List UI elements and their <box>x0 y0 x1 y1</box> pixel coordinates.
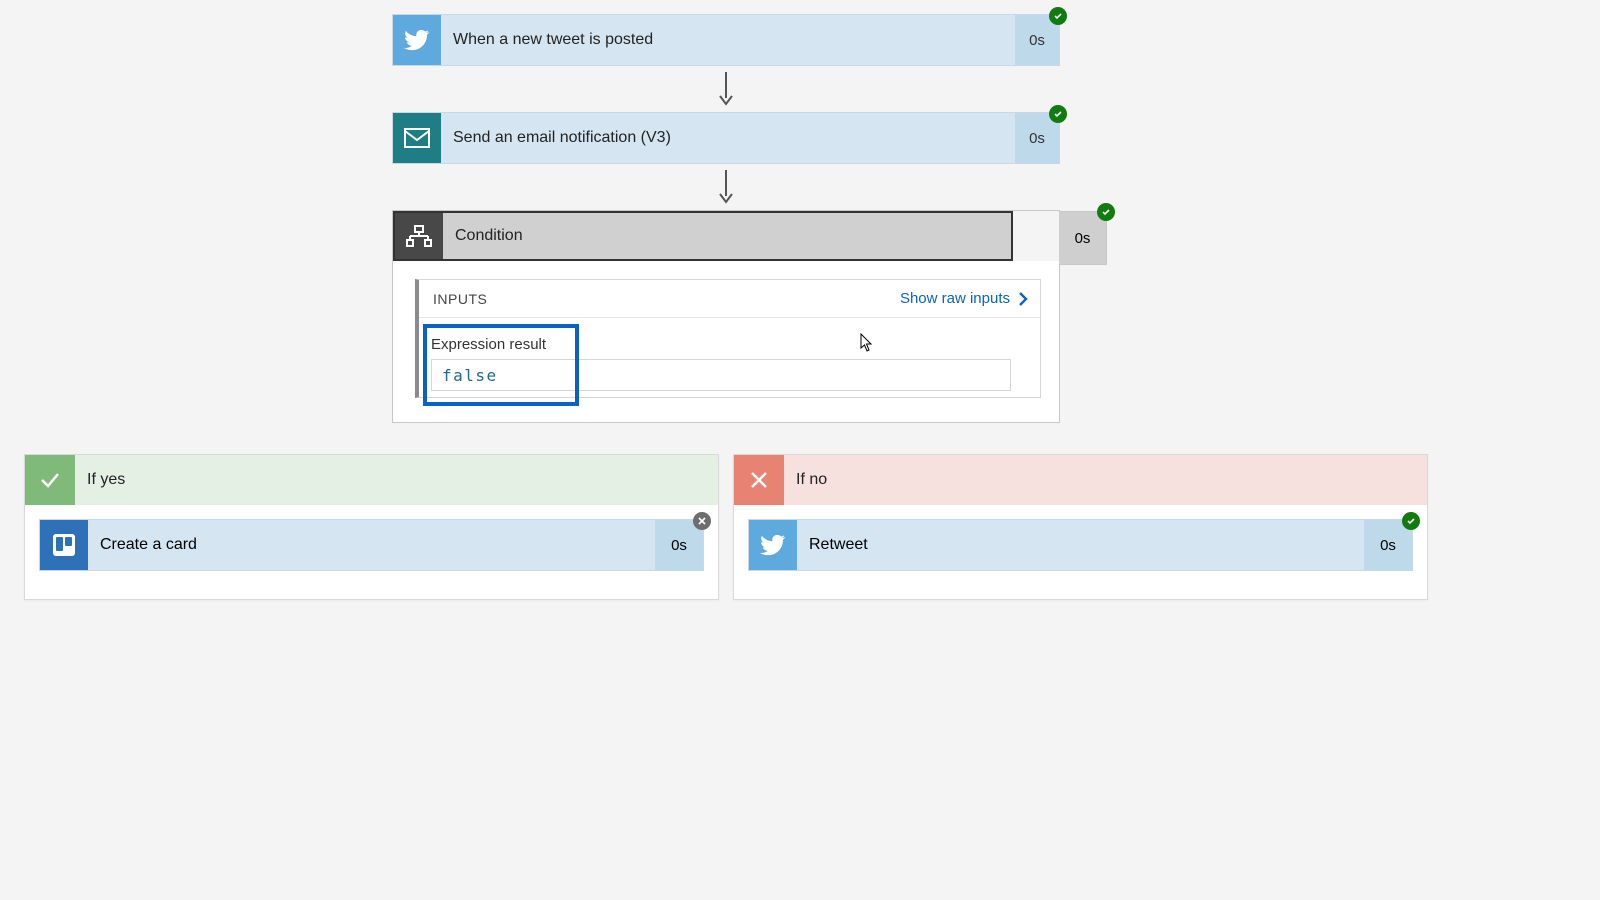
success-badge-icon <box>1402 512 1420 530</box>
condition-card[interactable]: Condition 0s INPUTS Show raw inputs Expr… <box>392 210 1060 423</box>
action-email-label: Send an email notification (V3) <box>441 113 1015 163</box>
if-yes-branch: If yes Create a card 0s <box>24 454 719 600</box>
twitter-icon <box>393 15 441 65</box>
if-no-branch: If no Retweet 0s <box>733 454 1428 600</box>
condition-label: Condition <box>443 213 1011 259</box>
flow-arrow-icon <box>392 66 1060 112</box>
skipped-badge-icon <box>693 512 711 530</box>
action-card-retweet[interactable]: Retweet 0s <box>748 519 1413 571</box>
expression-result-label: Expression result <box>431 336 1028 353</box>
expression-result-value: false <box>442 366 498 385</box>
mail-icon <box>393 113 441 163</box>
success-badge-icon <box>1049 7 1067 25</box>
show-raw-inputs-link[interactable]: Show raw inputs <box>900 290 1028 307</box>
inputs-content: Expression result false <box>419 318 1040 397</box>
success-badge-icon <box>1097 203 1115 221</box>
inputs-panel: INPUTS Show raw inputs Expression result… <box>415 279 1041 398</box>
trigger-label: When a new tweet is posted <box>441 15 1015 65</box>
if-yes-label: If yes <box>75 471 125 489</box>
if-no-header[interactable]: If no <box>734 455 1427 505</box>
chevron-right-icon <box>1018 292 1028 306</box>
twitter-icon <box>749 520 797 570</box>
success-badge-icon <box>1049 105 1067 123</box>
condition-header[interactable]: Condition <box>393 211 1013 261</box>
inputs-title: INPUTS <box>433 291 487 307</box>
check-icon <box>25 455 75 505</box>
action-card-trello[interactable]: Create a card 0s <box>39 519 704 571</box>
trello-action-label: Create a card <box>88 520 655 570</box>
condition-icon <box>395 213 443 259</box>
flow-arrow-icon <box>392 164 1060 210</box>
retweet-action-label: Retweet <box>797 520 1364 570</box>
trello-icon <box>40 520 88 570</box>
action-card-email[interactable]: Send an email notification (V3) 0s <box>392 112 1060 164</box>
condition-body: INPUTS Show raw inputs Expression result… <box>393 261 1059 422</box>
if-no-label: If no <box>784 471 827 489</box>
show-raw-label: Show raw inputs <box>900 290 1010 307</box>
trigger-card-twitter[interactable]: When a new tweet is posted 0s <box>392 14 1060 66</box>
x-icon <box>734 455 784 505</box>
if-yes-header[interactable]: If yes <box>25 455 718 505</box>
